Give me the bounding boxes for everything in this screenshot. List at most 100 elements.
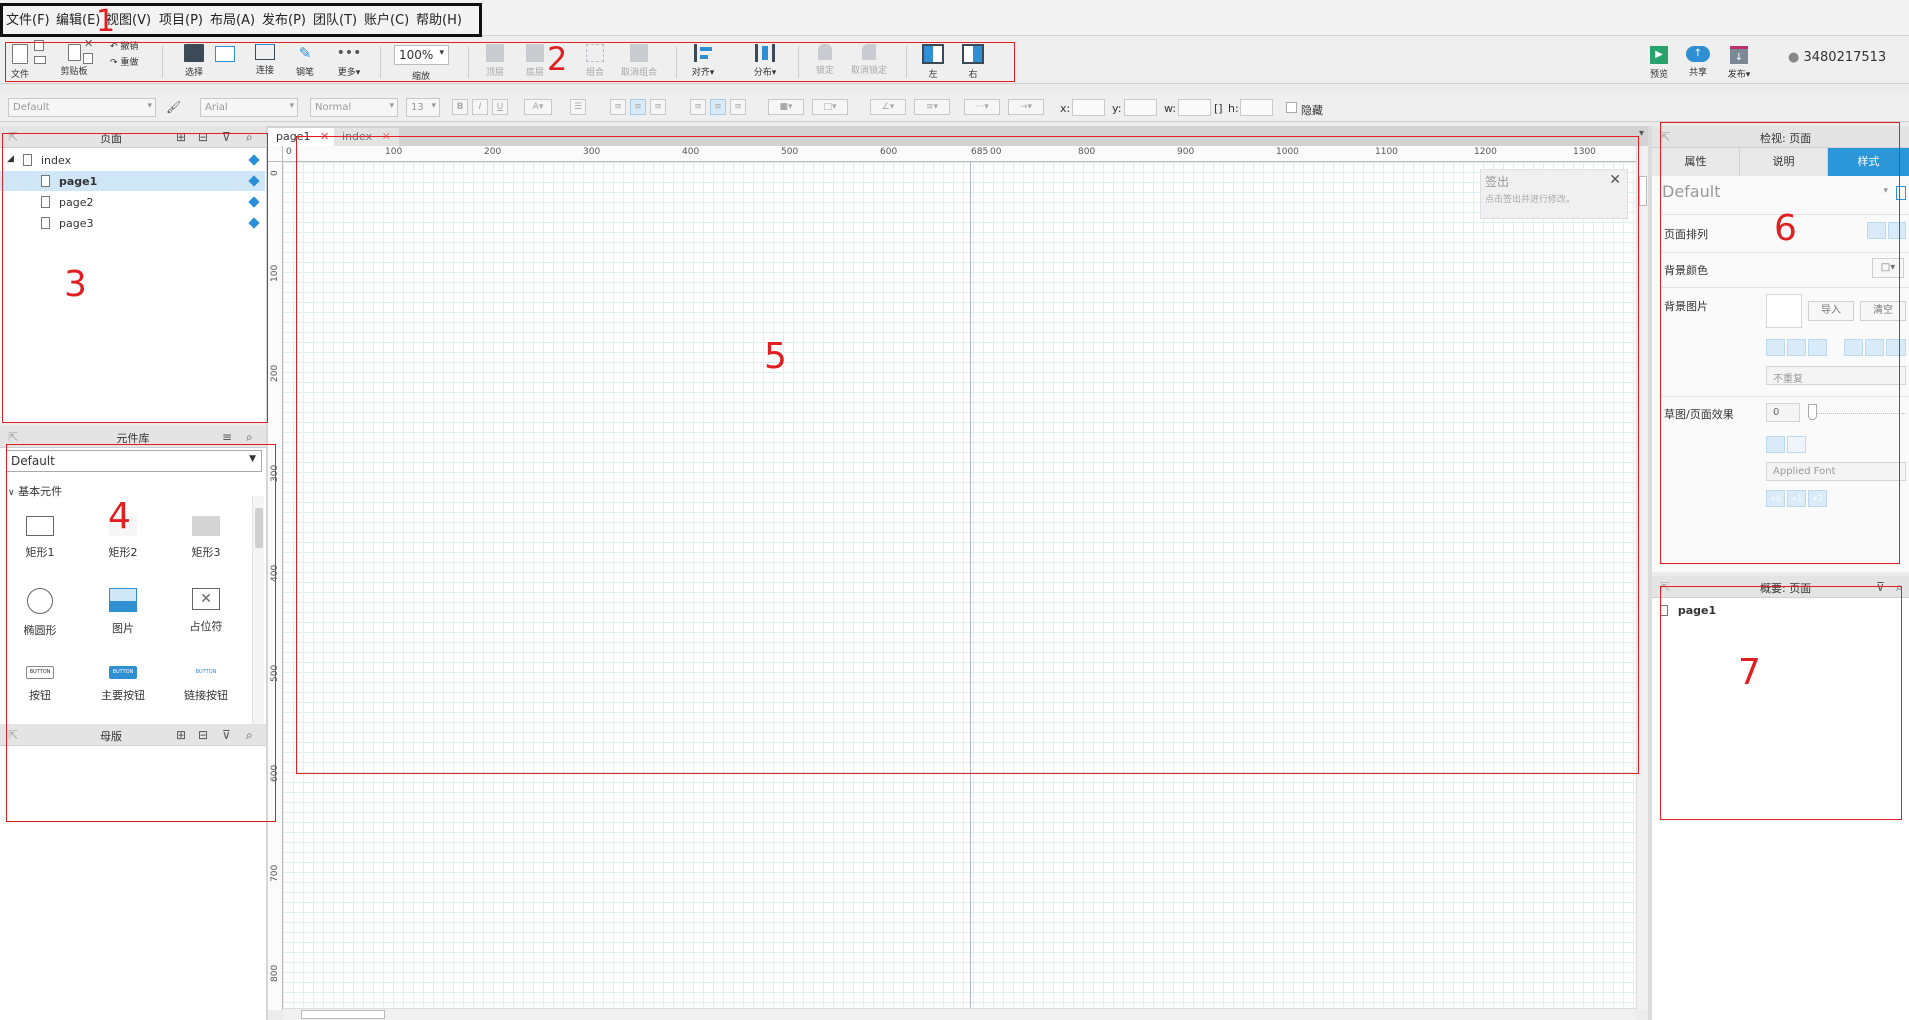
redo-button[interactable]: ↷ 重做 <box>110 55 138 68</box>
tab-properties[interactable]: 属性 <box>1652 148 1740 176</box>
font-size-select[interactable]: 13 <box>406 98 440 117</box>
align-left-button[interactable] <box>1867 222 1886 239</box>
page-item-page2[interactable]: page2 <box>0 192 265 212</box>
add-folder-icon[interactable]: ⊟ <box>198 728 208 742</box>
line-width-button[interactable]: ≡▾ <box>914 99 950 115</box>
search-icon[interactable]: ⌕ <box>246 130 253 145</box>
collapse-panel-icon[interactable]: ⇱ <box>1660 580 1670 594</box>
font-weight-select[interactable]: Normal <box>310 98 398 117</box>
line-style-button[interactable]: ⋯▾ <box>964 99 1000 115</box>
undo-button[interactable]: ↶ 撤销 <box>110 39 138 52</box>
bg-image-preview[interactable] <box>1766 294 1802 328</box>
menu-team[interactable]: 团队(T) <box>313 9 357 28</box>
connect-tool-button[interactable]: 连接 <box>250 44 280 76</box>
font-family-select[interactable]: Arial <box>200 98 298 117</box>
cut-icon[interactable]: ✕ <box>84 37 93 50</box>
text-align-right-button[interactable]: ≡ <box>650 99 666 115</box>
bg-align-left-button[interactable] <box>1766 339 1785 356</box>
valign-top-button[interactable]: ≡ <box>690 99 706 115</box>
canvas-vertical-scrollbar[interactable] <box>1636 146 1648 1010</box>
bring-to-top-button[interactable]: 顶层 <box>478 44 512 78</box>
widget-button[interactable]: BUTTON 按钮 <box>0 666 80 703</box>
tab-page1[interactable]: page1 ✕ <box>268 128 338 146</box>
close-icon[interactable]: ✕ <box>382 130 391 143</box>
sketch-value-input[interactable]: 0 <box>1766 403 1800 422</box>
library-scrollbar[interactable] <box>252 496 264 724</box>
color-mode-button[interactable] <box>1766 436 1785 453</box>
page-item-page1[interactable]: page1 <box>0 171 265 191</box>
bullet-list-button[interactable]: ☰ <box>570 99 586 115</box>
edit-style-icon[interactable] <box>1896 186 1906 200</box>
filter-icon[interactable]: ⊽ <box>222 130 231 144</box>
preview-button[interactable]: ▶ 预览 <box>1644 46 1674 80</box>
select-tool-button[interactable]: 选择 <box>176 44 212 78</box>
page-item-page3[interactable]: page3 <box>0 213 265 233</box>
guide-line[interactable] <box>970 162 971 1010</box>
text-align-left-button[interactable]: ≡ <box>610 99 626 115</box>
page-item-index[interactable]: ◢ index <box>0 150 265 170</box>
tab-notes[interactable]: 说明 <box>1740 148 1828 176</box>
close-icon[interactable]: ✕ <box>320 130 329 143</box>
widget-rect3[interactable]: 矩形3 <box>166 516 246 560</box>
group-button[interactable]: 组合 <box>578 44 612 78</box>
widget-link-button[interactable]: BUTTON 链接按钮 <box>166 666 246 703</box>
share-button[interactable]: ↑ 共享 <box>1683 46 1713 78</box>
menu-layout[interactable]: 布局(A) <box>210 9 255 28</box>
open-folder-icon[interactable] <box>34 56 46 64</box>
menu-edit[interactable]: 编辑(E) <box>56 9 100 28</box>
text-align-center-button[interactable]: ≡ <box>630 99 646 115</box>
menu-account[interactable]: 账户(C) <box>364 9 409 28</box>
x-input[interactable] <box>1072 99 1105 116</box>
widget-ellipse[interactable]: 椭圆形 <box>0 588 80 638</box>
import-button[interactable]: 导入 <box>1808 301 1854 321</box>
font-step-1-button[interactable]: +1 <box>1787 490 1806 507</box>
save-icon[interactable] <box>34 40 44 51</box>
unlock-button[interactable]: 取消锁定 <box>846 44 892 76</box>
scroll-thumb[interactable] <box>1639 176 1647 206</box>
align-button[interactable]: 对齐▾ <box>686 44 720 78</box>
bg-align-center-button[interactable] <box>1787 339 1806 356</box>
left-panel-toggle-button[interactable]: 左 <box>918 44 948 80</box>
widget-image[interactable]: 图片 <box>83 588 163 636</box>
bg-repeat-select[interactable]: 不重复 <box>1766 366 1906 385</box>
format-painter-icon[interactable]: 🖌 <box>166 100 181 114</box>
account-user[interactable]: ● 3480217513 <box>1788 50 1886 65</box>
filter-icon[interactable]: ⊽ <box>222 728 231 742</box>
italic-button[interactable]: I <box>472 99 488 115</box>
expand-triangle-icon[interactable]: ◢ <box>7 154 14 164</box>
scroll-thumb[interactable] <box>301 1010 385 1019</box>
add-page-icon[interactable]: ⊞ <box>176 130 186 144</box>
bg-align-right-button[interactable] <box>1808 339 1827 356</box>
valign-bottom-button[interactable]: ≡ <box>730 99 746 115</box>
search-icon[interactable]: ⌕ <box>1896 580 1903 595</box>
add-master-icon[interactable]: ⊞ <box>176 728 186 742</box>
distribute-button[interactable]: 分布▾ <box>748 44 782 78</box>
lock-ratio-icon[interactable]: [] <box>1214 102 1223 115</box>
bold-button[interactable]: B <box>452 99 468 115</box>
sketch-slider-track[interactable] <box>1808 413 1906 414</box>
zoom-select[interactable]: 100% ▾ <box>394 45 449 65</box>
select-contained-icon[interactable] <box>215 46 235 62</box>
right-panel-toggle-button[interactable]: 右 <box>958 44 988 80</box>
canvas-horizontal-scrollbar[interactable] <box>283 1008 1636 1020</box>
valign-middle-button[interactable]: ≡ <box>710 99 726 115</box>
font-color-button[interactable]: A▾ <box>524 99 552 115</box>
grayscale-mode-button[interactable] <box>1787 436 1806 453</box>
arrow-style-button[interactable]: →▾ <box>1008 99 1044 115</box>
clear-button[interactable]: 清空 <box>1860 301 1906 321</box>
font-step-0-button[interactable]: +0 <box>1766 490 1785 507</box>
h-input[interactable] <box>1240 99 1273 116</box>
scroll-thumb[interactable] <box>255 508 263 548</box>
widget-group-header[interactable]: ∨ 基本元件 <box>8 483 62 499</box>
close-icon[interactable]: ✕ <box>1609 172 1621 188</box>
pen-tool-button[interactable]: ✎ 钢笔 <box>290 44 320 78</box>
copy-icon[interactable] <box>83 53 93 64</box>
filter-icon[interactable]: ⊽ <box>1876 580 1885 594</box>
line-color-button[interactable]: ∠▾ <box>870 99 906 115</box>
bg-valign-top-button[interactable] <box>1844 339 1863 356</box>
file-button[interactable]: 文件 <box>8 44 32 80</box>
widget-placeholder[interactable]: ✕ 占位符 <box>166 588 246 634</box>
widget-primary-button[interactable]: BUTTON 主要按钮 <box>83 666 163 703</box>
widget-rect1[interactable]: 矩形1 <box>0 516 80 560</box>
search-icon[interactable]: ⌕ <box>246 430 253 445</box>
